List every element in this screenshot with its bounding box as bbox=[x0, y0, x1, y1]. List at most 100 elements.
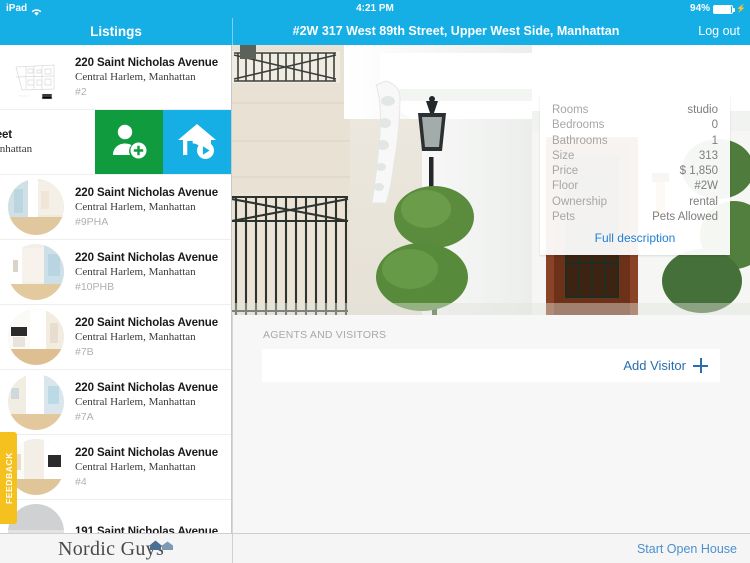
list-item-title: 220 Saint Nicholas Avenue bbox=[75, 186, 219, 199]
list-item[interactable]: 220 Saint Nicholas Avenue Central Harlem… bbox=[0, 370, 231, 435]
list-item-subtitle: Central Harlem, Manhattan bbox=[75, 200, 196, 213]
list-item-title: 220 Saint Nicholas Avenue bbox=[75, 381, 219, 394]
full-description-link[interactable]: Full description bbox=[552, 231, 718, 245]
list-item-unit: #7A bbox=[75, 410, 94, 423]
photo-thumbnail bbox=[8, 244, 64, 300]
lightning-bolt-icon: ⚡ bbox=[736, 4, 746, 13]
list-item-unit: #9PHA bbox=[75, 215, 109, 228]
spec-row: Floor #2W bbox=[552, 179, 718, 194]
list-item-title: 220 Saint Nicholas Avenue bbox=[75, 251, 219, 264]
list-item-text: 191 Saint Nicholas Avenue bbox=[64, 526, 218, 533]
list-item-text: 9th Street Side, Manhattan bbox=[0, 129, 32, 155]
list-item-title: 220 Saint Nicholas Avenue bbox=[75, 56, 219, 69]
list-item-swiped[interactable]: 9th Street Side, Manhattan bbox=[0, 110, 231, 175]
two-houses-icon bbox=[148, 537, 176, 550]
photo-thumbnail bbox=[8, 179, 64, 235]
plus-icon bbox=[693, 358, 708, 373]
start-open-house-button[interactable]: Start Open House bbox=[637, 534, 737, 563]
list-item[interactable]: 191 Saint Nicholas Avenue bbox=[0, 500, 231, 533]
spec-row: Pets Pets Allowed bbox=[552, 210, 718, 225]
feedback-tab-label: FEEDBACK bbox=[3, 451, 14, 505]
spec-row: Rooms studio bbox=[552, 103, 718, 118]
list-item-title: 220 Saint Nicholas Avenue bbox=[75, 316, 219, 329]
logout-button[interactable]: Log out bbox=[698, 18, 740, 45]
spec-row: Ownership rental bbox=[552, 195, 718, 210]
list-item[interactable]: 220 Saint Nicholas Avenue Central Harlem… bbox=[0, 45, 231, 110]
spec-value: $ 1,850 bbox=[679, 165, 718, 178]
list-item-text: 220 Saint Nicholas Avenue Central Harlem… bbox=[64, 57, 218, 98]
spec-value: 313 bbox=[698, 149, 718, 162]
listings-list[interactable]: 220 Saint Nicholas Avenue Central Harlem… bbox=[0, 45, 232, 533]
agents-and-visitors-section: AGENTS AND VISITORS Add Visitor bbox=[232, 315, 750, 533]
spec-value: 1 bbox=[711, 134, 718, 147]
status-bar-clock: 4:21 PM bbox=[356, 3, 394, 14]
list-item-unit: #10PHB bbox=[75, 280, 115, 293]
list-item-text: 220 Saint Nicholas Avenue Central Harlem… bbox=[64, 187, 218, 228]
add-visitor-label: Add Visitor bbox=[623, 358, 686, 373]
list-item-subtitle: Central Harlem, Manhattan bbox=[75, 330, 196, 343]
list-item-unit: #4 bbox=[75, 475, 87, 488]
list-item-unit: #2 bbox=[75, 85, 87, 98]
photo-thumbnail bbox=[8, 309, 64, 365]
listings-title: Listings bbox=[90, 24, 142, 39]
list-item-text: 220 Saint Nicholas Avenue Central Harlem… bbox=[64, 382, 218, 423]
add-visitor-row[interactable]: Add Visitor bbox=[262, 349, 720, 382]
detail-navbar: #2W 317 West 89th Street, Upper West Sid… bbox=[232, 18, 750, 45]
spec-key: Ownership bbox=[552, 195, 607, 208]
property-address-title: #2W 317 West 89th Street, Upper West Sid… bbox=[292, 24, 620, 38]
bottom-bar: Nordic Guys Start Open House bbox=[0, 533, 750, 563]
feedback-tab[interactable]: FEEDBACK bbox=[0, 432, 17, 524]
spec-row: Bathrooms 1 bbox=[552, 134, 718, 149]
spec-value: studio bbox=[687, 104, 718, 116]
list-item-subtitle: Central Harlem, Manhattan bbox=[75, 70, 196, 83]
spec-key: Size bbox=[552, 149, 575, 162]
list-item[interactable]: 220 Saint Nicholas Avenue Central Harlem… bbox=[0, 240, 231, 305]
start-open-house-swipe-button[interactable] bbox=[163, 110, 231, 174]
battery-percent-label: 94% bbox=[690, 3, 711, 14]
add-person-icon bbox=[108, 119, 150, 166]
agents-section-label: AGENTS AND VISITORS bbox=[263, 329, 387, 341]
spec-row: Price $ 1,850 bbox=[552, 164, 718, 179]
property-detail-pane: Rooms studio Bedrooms 0 Bathrooms 1 Size… bbox=[232, 45, 750, 533]
swipe-action-buttons bbox=[95, 110, 231, 174]
list-item-subtitle: Side, Manhattan bbox=[0, 143, 33, 155]
spec-value: Pets Allowed bbox=[652, 211, 718, 224]
floorplan-thumbnail bbox=[8, 49, 64, 105]
status-bar-right: 94% ⚡ bbox=[690, 0, 746, 18]
spec-key: Floor bbox=[552, 180, 579, 193]
bottom-bar-right: Start Open House bbox=[232, 534, 750, 563]
app-root: iPad 4:21 PM 94% ⚡ Listings #2W 317 West… bbox=[0, 0, 750, 563]
spec-key: Pets bbox=[552, 211, 576, 224]
list-item-text: 220 Saint Nicholas Avenue Central Harlem… bbox=[64, 447, 218, 488]
list-item[interactable]: 220 Saint Nicholas Avenue Central Harlem… bbox=[0, 435, 231, 500]
list-item-subtitle: Central Harlem, Manhattan bbox=[75, 460, 196, 473]
list-item[interactable]: 220 Saint Nicholas Avenue Central Harlem… bbox=[0, 305, 231, 370]
photo-thumbnail bbox=[8, 374, 64, 430]
list-item-subtitle: Central Harlem, Manhattan bbox=[75, 265, 196, 278]
navbar-divider bbox=[232, 18, 233, 45]
status-bar: iPad 4:21 PM 94% ⚡ bbox=[0, 0, 750, 18]
list-item-text: 220 Saint Nicholas Avenue Central Harlem… bbox=[64, 252, 218, 293]
spec-key: Bedrooms bbox=[552, 119, 605, 132]
list-item-unit: #7B bbox=[75, 345, 94, 358]
list-item-title: 9th Street bbox=[0, 129, 13, 141]
nordic-guys-logo: Nordic Guys bbox=[58, 538, 173, 560]
add-visitor-swipe-button[interactable] bbox=[95, 110, 163, 174]
list-item-title: 191 Saint Nicholas Avenue bbox=[75, 526, 219, 533]
spec-row: Size 313 bbox=[552, 149, 718, 164]
list-item-text: 220 Saint Nicholas Avenue Central Harlem… bbox=[64, 317, 218, 358]
spec-key: Rooms bbox=[552, 104, 589, 116]
list-item-subtitle: Central Harlem, Manhattan bbox=[75, 395, 196, 408]
house-play-icon bbox=[176, 119, 218, 166]
spec-value: 0 bbox=[711, 119, 718, 132]
listings-navbar: Listings bbox=[0, 18, 232, 45]
spec-key: Price bbox=[552, 165, 579, 178]
spec-value: #2W bbox=[694, 180, 718, 193]
spec-value: rental bbox=[689, 195, 718, 208]
battery-icon bbox=[713, 4, 736, 14]
spec-row: Bedrooms 0 bbox=[552, 118, 718, 133]
list-item[interactable]: 220 Saint Nicholas Avenue Central Harlem… bbox=[0, 175, 231, 240]
spec-key: Bathrooms bbox=[552, 134, 608, 147]
bottom-bar-left: Nordic Guys bbox=[0, 534, 232, 563]
property-specs-card: Rooms studio Bedrooms 0 Bathrooms 1 Size… bbox=[540, 95, 730, 256]
